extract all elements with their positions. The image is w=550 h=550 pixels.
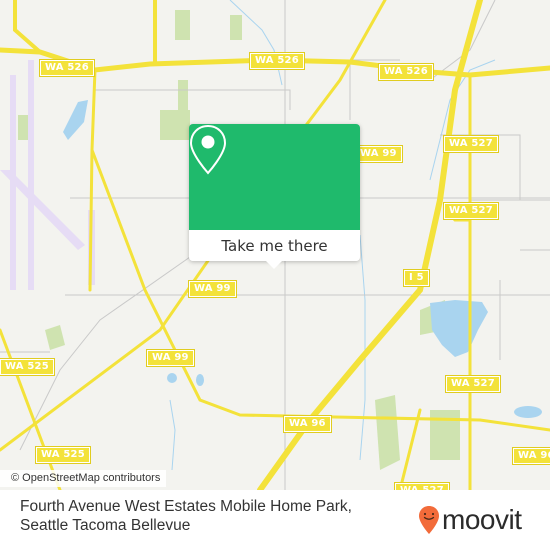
route-shield: WA 527 (443, 135, 499, 153)
popup-pointer (266, 261, 282, 269)
route-shield: WA 525 (35, 446, 91, 464)
route-shield: WA 96 (283, 415, 332, 433)
location-popup: Take me there (189, 124, 360, 269)
place-title-line1: Fourth Avenue West Estates Mobile Home P… (20, 498, 352, 515)
route-shield: I 5 (403, 269, 430, 287)
route-shield: WA 96 (512, 447, 550, 465)
take-me-there-button[interactable]: Take me there (189, 230, 360, 261)
route-shield: WA 526 (249, 52, 305, 70)
popup-header[interactable] (189, 124, 360, 230)
route-shield: WA 99 (354, 145, 403, 163)
moovit-pin-icon (419, 506, 439, 534)
moovit-logo-text: moovit (442, 504, 522, 535)
route-shield: WA 525 (0, 358, 55, 376)
route-shield: WA 99 (146, 349, 195, 367)
route-shield: WA 526 (39, 59, 95, 77)
map-view[interactable]: WA 526 WA 526 WA 526 WA 527 WA 99 WA 527… (0, 0, 550, 490)
route-shield: WA 99 (188, 280, 237, 298)
moovit-logo[interactable]: moovit (418, 504, 522, 535)
place-title-line2: Seattle Tacoma Bellevue (20, 517, 191, 534)
map-pin-icon (189, 124, 227, 175)
route-shield: WA 526 (378, 63, 434, 81)
airport-area (0, 60, 95, 290)
route-shield: WA 527 (443, 202, 499, 220)
place-title: Fourth Avenue West Estates Mobile Home P… (20, 497, 352, 535)
route-shield: WA 527 (445, 375, 501, 393)
route-shield: WA 527 (394, 482, 450, 490)
map-attribution[interactable]: © OpenStreetMap contributors (0, 470, 167, 487)
